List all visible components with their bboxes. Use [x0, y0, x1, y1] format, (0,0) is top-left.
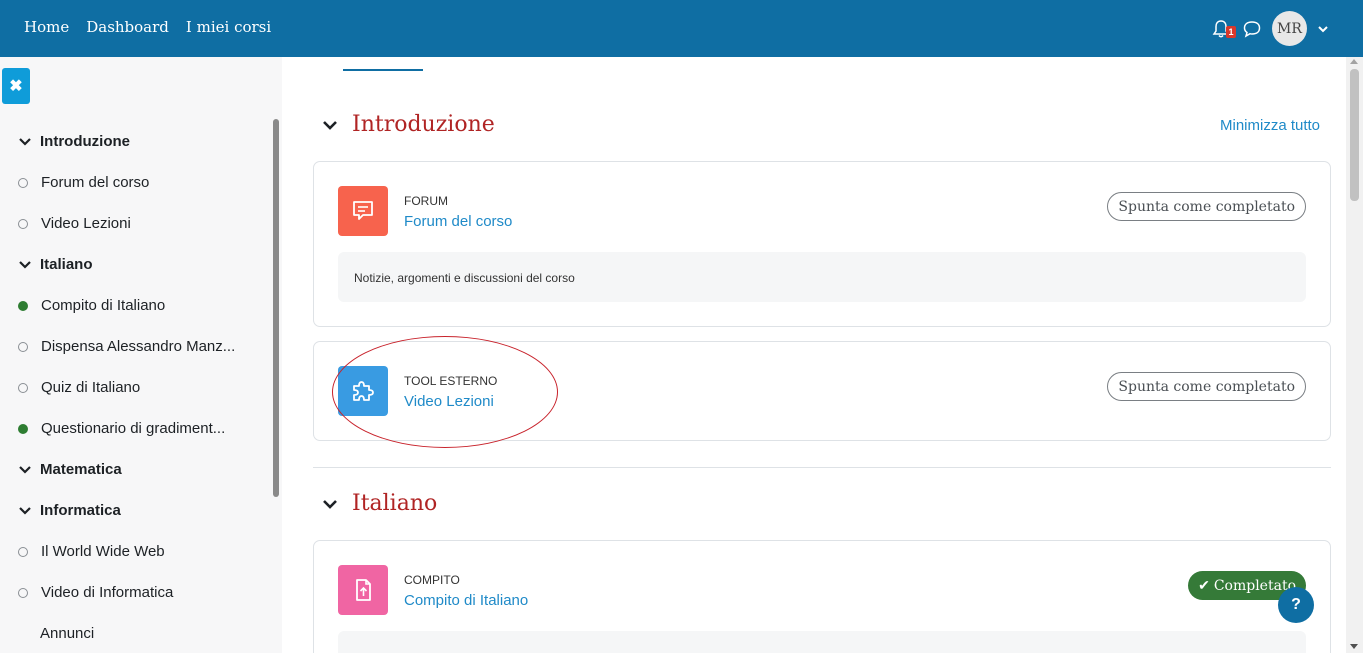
- activity-card-forum: FORUM Forum del corso Spunta come comple…: [313, 161, 1331, 327]
- drawer-item-label: Matematica: [40, 461, 122, 478]
- completion-pending-icon: [18, 341, 28, 352]
- activity-description: [338, 631, 1306, 653]
- help-button[interactable]: ?: [1278, 587, 1314, 623]
- drawer-activity[interactable]: Il World Wide Web: [18, 543, 165, 560]
- active-tab-indicator: [343, 69, 423, 71]
- drawer-item-label: Informatica: [40, 502, 121, 519]
- activity-icon: [338, 366, 388, 416]
- drawer-item-label: Compito di Italiano: [41, 297, 166, 314]
- scroll-down-arrow-icon[interactable]: [1350, 644, 1358, 649]
- activity-link[interactable]: Video Lezioni: [404, 393, 494, 410]
- collapse-all-link[interactable]: Minimizza tutto: [1220, 117, 1320, 134]
- activity-icon: [338, 186, 388, 236]
- completion-pending-icon: [18, 382, 28, 393]
- drawer-activity[interactable]: Video Lezioni: [18, 215, 131, 232]
- top-navbar: Home Dashboard I miei corsi 1 MR: [0, 0, 1363, 57]
- drawer-section[interactable]: Introduzione: [18, 133, 130, 150]
- nav-home[interactable]: Home: [24, 18, 69, 36]
- section-header-introduzione: Introduzione: [322, 112, 495, 137]
- chevron-down-icon[interactable]: [18, 258, 32, 272]
- activity-card-external-tool: TOOL ESTERNO Video Lezioni Spunta come c…: [313, 341, 1331, 441]
- chevron-down-icon[interactable]: [18, 463, 32, 477]
- drawer-item-label: Forum del corso: [41, 174, 150, 191]
- course-content: Introduzione Minimizza tutto FORUM Forum…: [282, 57, 1346, 653]
- completion-pending-icon: [18, 177, 28, 188]
- section-divider: [313, 467, 1331, 468]
- mark-complete-button[interactable]: Spunta come completato: [1107, 372, 1306, 401]
- close-icon: ✖: [9, 78, 23, 95]
- activity-link[interactable]: Forum del corso: [404, 213, 512, 230]
- completion-done-icon: [18, 423, 28, 434]
- activity-card-assignment: COMPITO Compito di Italiano ✔ Completato: [313, 540, 1331, 653]
- section-title[interactable]: Italiano: [352, 491, 437, 516]
- section-header-italiano: Italiano: [322, 491, 437, 516]
- drawer-item-label: Video Lezioni: [41, 215, 131, 232]
- page-scrollbar[interactable]: [1346, 57, 1363, 653]
- drawer-item-label: Annunci: [40, 625, 95, 642]
- activity-link[interactable]: Compito di Italiano: [404, 592, 528, 609]
- chevron-down-icon[interactable]: [18, 135, 32, 149]
- activity-description: Notizie, argomenti e discussioni del cor…: [338, 252, 1306, 302]
- chevron-down-icon[interactable]: [322, 117, 338, 133]
- activity-icon: [338, 565, 388, 615]
- close-drawer-button[interactable]: ✖: [2, 68, 30, 104]
- drawer-item-label: Introduzione: [40, 133, 130, 150]
- avatar[interactable]: MR: [1272, 11, 1307, 46]
- assignment-icon: [356, 579, 371, 601]
- drawer-section[interactable]: Italiano: [18, 256, 93, 273]
- check-icon: ✔: [1198, 577, 1210, 594]
- drawer-item-label: Dispensa Alessandro Manz...: [41, 338, 236, 355]
- drawer-item-label: Quiz di Italiano: [41, 379, 141, 396]
- completion-pending-icon: [18, 587, 28, 598]
- drawer-activity[interactable]: Dispensa Alessandro Manz...: [18, 338, 235, 355]
- chevron-down-icon[interactable]: [18, 504, 32, 518]
- drawer-section[interactable]: Informatica: [18, 502, 121, 519]
- activity-type: FORUM: [404, 194, 448, 208]
- drawer-section[interactable]: Matematica: [18, 461, 122, 478]
- drawer-activity[interactable]: Quiz di Italiano: [18, 379, 140, 396]
- drawer-item-label: Il World Wide Web: [41, 543, 165, 560]
- primary-navigation: Home Dashboard I miei corsi: [24, 18, 271, 36]
- drawer-item-label: Italiano: [40, 256, 93, 273]
- completion-pending-icon: [18, 546, 28, 557]
- chat-icon[interactable]: [1242, 19, 1262, 39]
- chevron-down-icon[interactable]: [322, 496, 338, 512]
- drawer-scrollbar[interactable]: [273, 119, 279, 497]
- drawer-item-label: Questionario di gradiment...: [41, 420, 226, 437]
- scrollbar-thumb[interactable]: [1350, 69, 1359, 201]
- drawer-activity[interactable]: Questionario di gradiment...: [18, 420, 225, 437]
- user-menu-area: 1 MR: [1210, 11, 1329, 46]
- nav-my-courses[interactable]: I miei corsi: [186, 18, 271, 36]
- completion-pending-icon: [18, 218, 28, 229]
- forum-icon: [353, 201, 373, 220]
- activity-type: COMPITO: [404, 573, 460, 587]
- nav-dashboard[interactable]: Dashboard: [86, 18, 169, 36]
- section-title[interactable]: Introduzione: [352, 112, 495, 137]
- notification-count-badge: 1: [1226, 25, 1236, 38]
- notifications-button[interactable]: 1: [1210, 18, 1236, 40]
- scroll-up-arrow-icon[interactable]: [1350, 59, 1358, 64]
- drawer-activity[interactable]: Forum del corso: [18, 174, 149, 191]
- chevron-down-icon[interactable]: [1317, 23, 1329, 35]
- completion-done-icon: [18, 300, 28, 311]
- course-index-drawer: ✖ Introduzione Forum del corso Video Lezio…: [0, 57, 282, 653]
- drawer-activity[interactable]: Video di Informatica: [18, 584, 173, 601]
- drawer-activity[interactable]: Annunci: [18, 625, 94, 642]
- drawer-activity[interactable]: Compito di Italiano: [18, 297, 165, 314]
- mark-complete-button[interactable]: Spunta come completato: [1107, 192, 1306, 221]
- drawer-item-label: Video di Informatica: [41, 584, 174, 601]
- activity-type: TOOL ESTERNO: [404, 374, 498, 388]
- puzzle-icon: [353, 381, 374, 401]
